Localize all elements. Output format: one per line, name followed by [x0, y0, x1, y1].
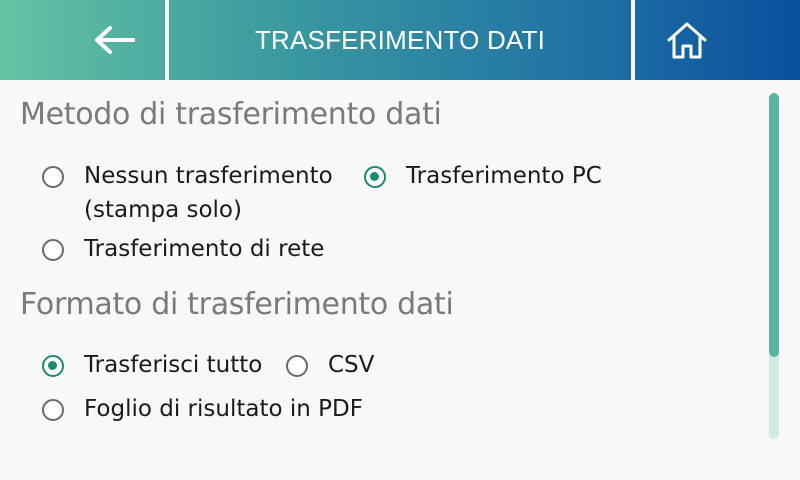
arrow-left-icon: [95, 26, 135, 54]
option-label: CSV: [328, 352, 375, 378]
back-button[interactable]: [0, 0, 165, 80]
radio-option-network-transfer[interactable]: Trasferimento di rete: [42, 236, 324, 266]
option-label: Nessun trasferimento: [84, 163, 333, 189]
home-icon: [667, 22, 707, 59]
option-label-secondary: (stampa solo): [84, 197, 242, 223]
radio-button[interactable]: [286, 355, 308, 377]
option-label: Trasferimento PC: [406, 163, 602, 189]
radio-button[interactable]: [42, 166, 64, 188]
section-title-transfer-format: Formato di trasferimento dati: [20, 287, 454, 322]
radio-button[interactable]: [42, 399, 64, 421]
option-label: Foglio di risultato in PDF: [84, 396, 363, 422]
radio-option-no-transfer[interactable]: Nessun trasferimento (stampa solo): [42, 163, 333, 227]
scrollbar-thumb[interactable]: [769, 93, 779, 357]
radio-option-pdf-report[interactable]: Foglio di risultato in PDF: [42, 396, 363, 426]
home-button[interactable]: [635, 0, 740, 80]
radio-button[interactable]: [42, 239, 64, 261]
section-title-transfer-method: Metodo di trasferimento dati: [20, 97, 442, 132]
radio-button-selected[interactable]: [42, 355, 64, 377]
radio-option-csv[interactable]: CSV: [286, 352, 374, 382]
option-label: Trasferisci tutto: [84, 352, 263, 378]
page-title: TRASFERIMENTO DATI: [254, 24, 546, 55]
radio-button-selected[interactable]: [364, 166, 386, 188]
option-label: Trasferimento di rete: [84, 236, 325, 262]
settings-content: Metodo di trasferimento dati Nessun tras…: [0, 80, 760, 480]
radio-option-transfer-all[interactable]: Trasferisci tutto: [42, 352, 262, 382]
radio-option-pc-transfer[interactable]: Trasferimento PC: [364, 163, 602, 193]
header-bar: TRASFERIMENTO DATI: [0, 0, 800, 80]
